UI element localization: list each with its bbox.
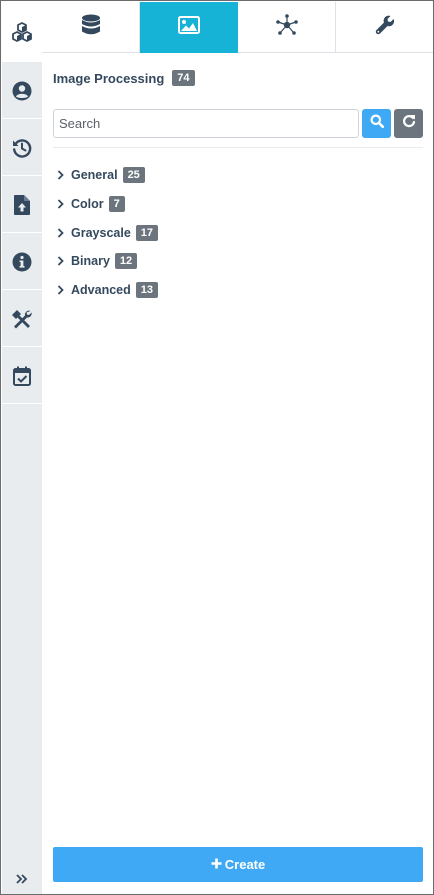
rail-item-upload[interactable]	[2, 177, 42, 233]
chevron-right-icon	[57, 199, 71, 209]
rail-item-profile[interactable]	[2, 63, 42, 119]
double-chevron-right-icon	[16, 871, 28, 889]
category-tree: General 25 Color 7 Grayscale 17 Binary 1…	[53, 161, 423, 304]
rail-item-history[interactable]	[2, 120, 42, 176]
search-button[interactable]	[362, 109, 391, 138]
category-count-badge: 12	[114, 253, 138, 270]
refresh-button[interactable]	[394, 109, 423, 138]
chevron-right-icon	[57, 256, 71, 267]
category-count-badge: 25	[122, 167, 145, 184]
tab-settings[interactable]	[336, 2, 433, 53]
category-item-advanced[interactable]: Advanced 13	[53, 276, 423, 305]
category-label: Color	[71, 197, 104, 212]
rail-expand-toggle[interactable]	[2, 866, 42, 894]
chevron-right-icon	[57, 170, 71, 180]
user-circle-icon	[12, 81, 32, 101]
top-tabs	[42, 2, 433, 53]
category-label: Binary	[71, 254, 110, 269]
panel-header: Image Processing 74	[53, 63, 423, 93]
database-icon	[81, 14, 101, 41]
rail-item-calendar[interactable]	[2, 348, 42, 404]
category-item-color[interactable]: Color 7	[53, 190, 423, 219]
logo[interactable]	[2, 2, 42, 62]
category-item-general[interactable]: General 25	[53, 161, 423, 190]
rail-item-info[interactable]	[2, 234, 42, 290]
divider	[53, 147, 423, 148]
rail-item-tools[interactable]	[2, 291, 42, 347]
tab-network[interactable]	[238, 2, 336, 53]
search-input[interactable]	[53, 109, 359, 138]
info-circle-icon	[12, 252, 32, 272]
tab-image-processing[interactable]	[140, 2, 238, 53]
search-icon	[370, 114, 384, 133]
image-icon	[177, 16, 200, 39]
chevron-right-icon	[57, 228, 71, 238]
tools-icon	[11, 308, 33, 330]
category-count-badge: 13	[135, 282, 158, 299]
app-frame: Image Processing 74 Search General 25 Co…	[0, 0, 434, 895]
plus-icon	[211, 857, 222, 873]
chevron-right-icon	[57, 285, 71, 295]
search-row	[53, 109, 423, 138]
image-processing-panel: Image Processing 74 Search General 25 Co…	[53, 63, 423, 299]
refresh-icon	[402, 114, 416, 133]
cubes-icon	[11, 22, 33, 42]
category-label: Grayscale	[71, 225, 131, 240]
panel-count-badge: 74	[172, 70, 195, 86]
wrench-icon	[375, 15, 395, 40]
network-nodes-icon	[275, 14, 299, 41]
left-rail	[2, 2, 42, 894]
panel-title: Image Processing	[53, 70, 165, 86]
file-upload-icon	[14, 194, 30, 215]
create-button[interactable]: Create	[53, 847, 423, 882]
category-item-grayscale[interactable]: Grayscale 17	[53, 218, 423, 247]
category-count-badge: 7	[108, 196, 125, 213]
category-label: Advanced	[71, 283, 131, 298]
create-button-label: Create	[224, 857, 266, 872]
category-item-binary[interactable]: Binary 12	[53, 247, 423, 276]
category-count-badge: 17	[135, 224, 159, 241]
calendar-check-icon	[13, 366, 31, 386]
category-label: General	[71, 168, 118, 183]
tab-data[interactable]	[42, 2, 140, 53]
history-icon	[12, 138, 32, 158]
